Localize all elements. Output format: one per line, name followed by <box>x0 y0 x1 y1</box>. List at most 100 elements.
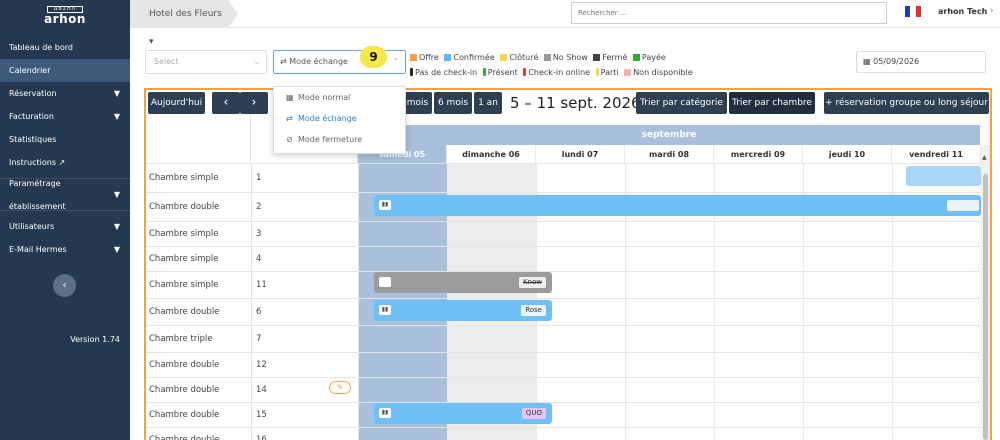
sidebar-item-label: Statistiques <box>9 135 57 144</box>
mode-select-value: Mode échange <box>289 57 348 66</box>
menu-item-mode-echange[interactable]: ⇄ Mode échange <box>274 108 405 129</box>
legend-confirmee: Confirmée <box>444 53 495 62</box>
swap-icon: ⇄ <box>280 57 287 66</box>
room-row: Chambre double 6 <box>146 299 980 326</box>
room-type: Chambre double <box>149 202 220 212</box>
room-type: Chambre double <box>149 307 220 317</box>
sidebar-item-email[interactable]: E-Mail Hermes ▼ <box>0 238 130 261</box>
room-row: Chambre simple 1 <box>146 164 980 193</box>
view-month-button[interactable]: mois <box>403 92 432 114</box>
user-name[interactable]: arhon Tech <box>938 7 987 16</box>
status-legend: Offre Confirmée Clôturé No Show Fermé Pa… <box>410 50 720 80</box>
room-number: 11 <box>256 280 267 290</box>
next-week-button[interactable]: › <box>240 92 268 114</box>
hotel-selector[interactable]: Hotel des Fleurs ▾ <box>130 0 238 47</box>
grid-line <box>251 299 252 325</box>
menu-item-mode-normal[interactable]: ▦ Mode normal <box>274 87 405 108</box>
grid-line <box>251 164 252 192</box>
grid-line <box>251 272 252 298</box>
booking-bar[interactable]: ▮▮ Rose <box>374 300 552 321</box>
scroll-up-icon[interactable]: ▲ <box>982 154 987 161</box>
sidebar-item-settings[interactable]: Paramétrage établissement ▼ <box>0 179 130 211</box>
date-picker[interactable]: ▦ 05/09/2026 <box>856 51 986 73</box>
day-header: lundi 07 <box>536 145 625 164</box>
booking-label: Know <box>518 277 546 288</box>
booking-bar[interactable]: ▮▮ <box>374 195 981 216</box>
chevron-down-icon: ▼ <box>113 112 120 121</box>
logo-text: arhon <box>44 12 86 26</box>
legend-ferme: Fermé <box>593 53 627 62</box>
date-range-title: 5 – 11 sept. 2026 <box>510 94 641 112</box>
legend-label: Confirmée <box>453 53 495 62</box>
sidebar-item-dashboard[interactable]: Tableau de bord <box>0 36 130 59</box>
legend-label: Pas de check-in <box>415 68 478 77</box>
mode-dropdown-menu: ▦ Mode normal ⇄ Mode échange ⊘ Mode fermetu… <box>273 86 406 154</box>
chevron-up-icon: ⌃ <box>392 57 399 66</box>
legend-swatch <box>500 54 508 61</box>
room-number: 6 <box>256 307 262 317</box>
sidebar-item-label: E-Mail Hermes <box>9 245 67 254</box>
logo[interactable]: ΔΒΣΗΛ arhon <box>0 0 130 32</box>
select-placeholder: Select <box>154 57 179 66</box>
chevron-right-icon[interactable]: › <box>990 6 994 16</box>
sidebar-item-billing[interactable]: Facturation ▼ <box>0 105 130 128</box>
guest-icon: ▮▮ <box>379 305 391 315</box>
scrollbar-thumb[interactable] <box>983 174 988 440</box>
legend-unavailable: Non disponible <box>624 68 693 77</box>
legend-swatch <box>632 54 640 61</box>
legend-label: Offre <box>419 53 439 62</box>
sidebar-item-reservation[interactable]: Réservation ▼ <box>0 82 130 105</box>
grid-line <box>251 247 252 271</box>
menu-item-mode-fermeture[interactable]: ⊘ Mode fermeture <box>274 129 405 150</box>
french-flag-icon[interactable] <box>905 6 921 17</box>
version-label: Version 1.74 <box>70 335 120 344</box>
sidebar-item-label: Facturation <box>9 112 54 121</box>
room-type: Chambre triple <box>149 334 213 344</box>
grid-line <box>251 428 252 440</box>
grid-line <box>251 326 252 352</box>
grid-line <box>358 378 359 402</box>
sidebar: ΔΒΣΗΛ arhon Tableau de bord Calendrier R… <box>0 0 130 440</box>
room-type: Chambre simple <box>149 173 219 183</box>
room-row: Chambre double 15 <box>146 403 980 428</box>
day-header: dimanche 06 <box>447 145 536 164</box>
legend-label: Clôturé <box>509 53 539 62</box>
group-reservation-button[interactable]: + réservation groupe ou long séjour <box>824 92 989 114</box>
legend-label: Parti <box>600 68 619 77</box>
booking-label <box>947 200 979 211</box>
sort-by-category-button[interactable]: Trier par catégorie <box>636 92 727 114</box>
room-type: Chambre double <box>149 435 220 440</box>
day-header: mercredi 09 <box>714 145 803 164</box>
cleaning-brush-icon[interactable]: ✎ <box>329 381 351 394</box>
grid-line <box>358 299 359 325</box>
room-number: 4 <box>256 254 262 264</box>
person-icon <box>595 68 599 76</box>
room-number: 15 <box>256 410 267 420</box>
month-header: septembre <box>358 125 980 145</box>
legend-swatch <box>543 54 551 61</box>
booking-bar[interactable]: Know <box>374 272 552 293</box>
today-button[interactable]: Aujourd'hui <box>148 92 205 114</box>
collapse-sidebar-button[interactable]: ‹ <box>53 274 76 297</box>
sidebar-item-users[interactable]: Utilisateurs ▼ <box>0 215 130 238</box>
view-6-months-button[interactable]: 6 mois <box>434 92 472 114</box>
sort-by-room-button[interactable]: Trier par chambre <box>729 92 815 114</box>
grid-line <box>358 164 359 192</box>
category-select[interactable]: Select ⌄ <box>145 50 267 74</box>
sidebar-item-calendar[interactable]: Calendrier <box>0 59 130 82</box>
prev-week-button[interactable]: ‹ <box>212 92 240 114</box>
menu-item-label: Mode échange <box>298 114 357 123</box>
legend-payee: Payée <box>632 53 666 62</box>
guest-icon: ▮▮ <box>379 408 391 418</box>
view-year-button[interactable]: 1 an <box>474 92 502 114</box>
grid-line <box>358 353 359 377</box>
person-icon <box>410 68 413 76</box>
sidebar-item-label: Calendrier <box>9 66 51 75</box>
sidebar-item-statistics[interactable]: Statistiques <box>0 128 130 151</box>
room-number: 16 <box>256 435 267 440</box>
calendar-icon: ▦ <box>863 57 871 66</box>
booking-bar[interactable] <box>906 166 981 186</box>
search-input[interactable] <box>571 2 887 24</box>
hotel-name: Hotel des Fleurs <box>149 9 222 19</box>
booking-bar[interactable]: ▮▮ QUO <box>374 403 552 424</box>
